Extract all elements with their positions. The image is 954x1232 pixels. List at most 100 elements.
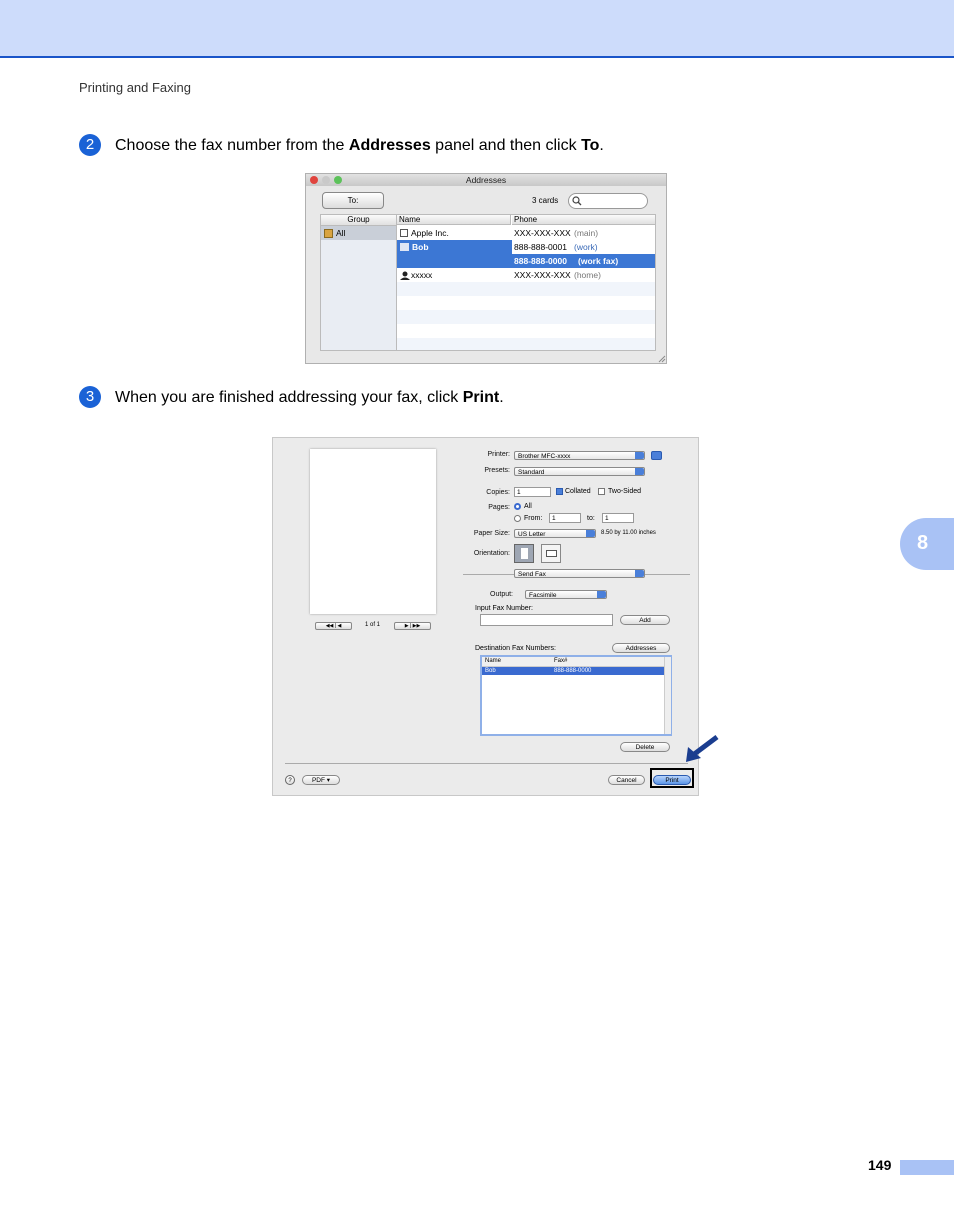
person-card-icon <box>400 243 409 251</box>
dest-fax: 888-888-0000 <box>554 668 592 674</box>
portrait-orientation-button[interactable] <box>514 544 534 563</box>
contact-name: xxxxx <box>411 270 433 280</box>
printer-label: Printer: <box>487 451 510 458</box>
scrollbar[interactable] <box>664 657 671 734</box>
output-label: Output: <box>490 591 513 598</box>
step-text-part: When you are finished addressing your fa… <box>115 389 463 406</box>
paper-size-label: Paper Size: <box>473 530 510 537</box>
list-item[interactable]: 888-888-0001 (work) <box>512 240 655 254</box>
chapter-number: 8 <box>917 532 929 554</box>
addresses-window: Addresses To: 3 cards Group Name Phone A… <box>305 173 667 364</box>
name-column-header[interactable]: Name <box>397 215 511 225</box>
paper-size-select[interactable]: US Letter <box>514 529 596 538</box>
table-row[interactable]: Bob 888-888-0000 <box>482 667 664 675</box>
pages-label: Pages: <box>488 504 510 511</box>
landscape-page-icon <box>546 550 557 557</box>
list-item[interactable]: 888-888-0000 (work fax) <box>512 254 655 268</box>
contact-name: Bob <box>412 242 429 252</box>
chevron-updown-icon <box>635 468 644 475</box>
step-3-text: When you are finished addressing your fa… <box>115 389 504 407</box>
disclosure-button[interactable] <box>651 451 662 460</box>
list-item[interactable]: Bob <box>397 240 512 254</box>
output-value: Facsimile <box>529 592 557 599</box>
section-select[interactable]: Send Fax <box>514 569 645 578</box>
delete-button[interactable]: Delete <box>620 742 670 752</box>
to-button[interactable]: To: <box>322 192 384 209</box>
chevron-updown-icon <box>586 530 595 537</box>
print-dialog: ◀◀ | ◀ 1 of 1 ▶ | ▶▶ Printer: Brother MF… <box>272 437 699 796</box>
contact-phone: 888-888-0001 <box>514 242 567 252</box>
print-button[interactable]: Print <box>653 775 691 785</box>
pdf-menu-button[interactable]: PDF ▾ <box>302 775 340 785</box>
phone-type: (work fax) <box>578 256 619 266</box>
step-text-part: . <box>499 389 504 406</box>
company-icon <box>400 229 408 237</box>
step-text-part: Choose the fax number from the <box>115 137 349 154</box>
zoom-window-icon[interactable] <box>334 176 342 184</box>
landscape-orientation-button[interactable] <box>541 544 561 563</box>
destination-header: Name Fax# <box>482 657 664 667</box>
search-icon <box>572 196 582 206</box>
presets-value: Standard <box>518 469 545 476</box>
list-item[interactable]: Apple Inc. XXX-XXX-XXX (main) <box>397 226 655 240</box>
addresses-button[interactable]: Addresses <box>612 643 670 653</box>
copies-label: Copies: <box>486 489 510 496</box>
step-text-bold: Addresses <box>348 137 431 154</box>
addresses-pane: Group Name Phone All Apple Inc. XXX-XXX-… <box>320 214 656 351</box>
paper-dimensions: 8.50 by 11.00 inches <box>601 530 656 536</box>
chapter-tab: 8 <box>900 518 954 570</box>
destination-label: Destination Fax Numbers: <box>475 645 556 652</box>
resize-grip-icon[interactable] <box>658 355 666 363</box>
contact-phone: 888-888-0000 <box>514 256 567 266</box>
help-icon[interactable]: ? <box>285 775 295 785</box>
to-field[interactable]: 1 <box>602 513 634 523</box>
copies-field[interactable]: 1 <box>514 487 551 497</box>
step-text-bold: Print <box>462 389 500 406</box>
input-fax-label: Input Fax Number: <box>475 605 533 612</box>
phone-type: (work) <box>574 242 598 252</box>
output-select[interactable]: Facsimile <box>525 590 607 599</box>
pages-from-radio[interactable] <box>514 515 521 522</box>
presets-label: Presets: <box>484 467 510 474</box>
phone-column-header[interactable]: Phone <box>512 215 655 225</box>
preview-forward-buttons[interactable]: ▶ | ▶▶ <box>394 622 431 630</box>
contact-phone: XXX-XXX-XXX <box>514 270 571 280</box>
page-preview <box>310 449 436 614</box>
collated-checkbox[interactable] <box>556 488 563 495</box>
arrow-pointer-icon <box>686 735 719 762</box>
group-item-all[interactable]: All <box>321 226 396 240</box>
group-folder-icon <box>324 229 333 238</box>
paper-size-value: US Letter <box>518 531 546 538</box>
preview-back-buttons[interactable]: ◀◀ | ◀ <box>315 622 352 630</box>
search-field[interactable] <box>568 193 648 209</box>
add-button[interactable]: Add <box>620 615 670 625</box>
portrait-page-icon <box>521 548 528 559</box>
addresses-title: Addresses <box>306 174 666 186</box>
dest-name: Bob <box>485 668 496 674</box>
chevron-updown-icon <box>635 570 644 577</box>
group-column-header[interactable]: Group <box>321 215 397 226</box>
list-item[interactable]: xxxxx XXX-XXX-XXX (home) <box>397 268 655 282</box>
page-number-bar <box>900 1160 954 1175</box>
step-text-bold: To <box>581 137 600 154</box>
contact-phone: XXX-XXX-XXX <box>514 228 571 238</box>
chevron-updown-icon <box>635 452 644 459</box>
phone-type: (home) <box>574 270 601 280</box>
fax-number-input[interactable] <box>480 614 613 626</box>
printer-select[interactable]: Brother MFC-xxxx <box>514 451 645 460</box>
step-text-part: . <box>599 137 604 154</box>
cancel-button[interactable]: Cancel <box>608 775 645 785</box>
pages-all-radio[interactable] <box>514 503 521 510</box>
close-window-icon[interactable] <box>310 176 318 184</box>
step-2-text: Choose the fax number from the Addresses… <box>115 137 604 155</box>
page-indicator: 1 of 1 <box>365 622 381 628</box>
two-sided-checkbox[interactable] <box>598 488 605 495</box>
destination-list: Name Fax# Bob 888-888-0000 <box>480 655 672 736</box>
minimize-window-icon[interactable] <box>322 176 330 184</box>
empty-row <box>397 282 655 296</box>
section-value: Send Fax <box>518 571 546 578</box>
from-field[interactable]: 1 <box>549 513 581 523</box>
header-band <box>0 0 954 58</box>
presets-select[interactable]: Standard <box>514 467 645 476</box>
contact-name: Apple Inc. <box>411 228 449 238</box>
